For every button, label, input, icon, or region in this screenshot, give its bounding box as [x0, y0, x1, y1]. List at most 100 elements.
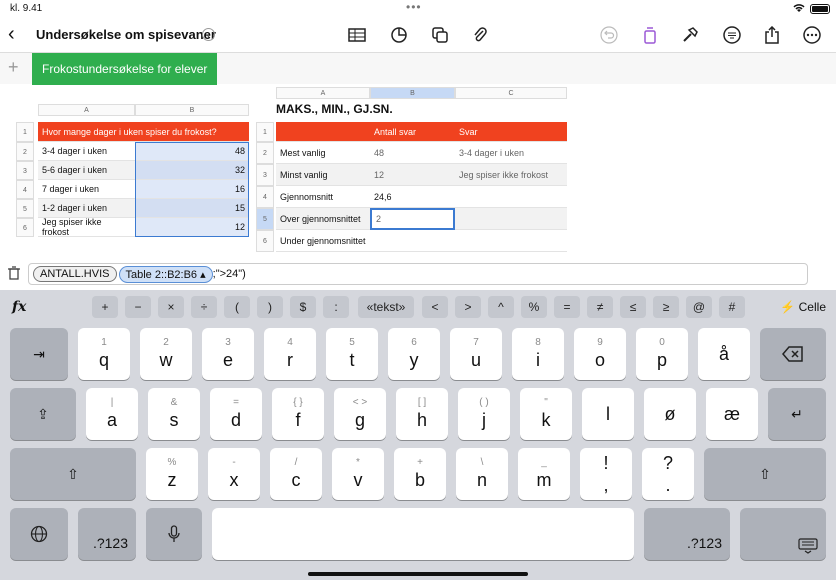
row-number[interactable]: 1 [256, 122, 274, 142]
trash-icon[interactable] [8, 266, 20, 283]
format-brush-icon[interactable] [640, 25, 660, 45]
globe-key[interactable] [10, 508, 68, 560]
key-z[interactable]: % z [146, 448, 198, 500]
column-header-a[interactable]: A [38, 104, 135, 116]
multitasking-dots[interactable]: ••• [406, 0, 422, 14]
key-a[interactable]: | a [86, 388, 138, 440]
table2-header-b[interactable]: Antall svar [370, 122, 455, 142]
key-t[interactable]: 5t [326, 328, 378, 380]
table2-cell-c[interactable] [455, 230, 567, 252]
table2-cell-b[interactable]: 24,6 [370, 186, 455, 208]
fx-key-greater-equal[interactable]: ≥ [653, 296, 679, 318]
table2-cell-b[interactable]: 12 [370, 164, 455, 186]
formula-input[interactable]: ANTALL.HVIS Table 2::B2:B6 ▴ ;">24") [28, 263, 808, 285]
key-v[interactable]: * v [332, 448, 384, 500]
table2-cell-a[interactable]: Mest vanlig [276, 142, 370, 164]
fx-key-caret[interactable]: ^ [488, 296, 514, 318]
row-number[interactable]: 1 [16, 122, 34, 142]
add-sheet-icon[interactable]: + [8, 57, 19, 78]
fx-key-not-equal[interactable]: ≠ [587, 296, 613, 318]
hide-keyboard-key[interactable] [740, 508, 826, 560]
fx-key-percent[interactable]: % [521, 296, 547, 318]
table1-cell-a[interactable]: 1-2 dager i uken [38, 199, 135, 218]
key-d[interactable]: = d [210, 388, 262, 440]
table1-cell-a[interactable]: 3-4 dager i uken [38, 142, 135, 161]
column-header-b[interactable]: B [135, 104, 249, 116]
fx-key-multiply[interactable]: × [158, 296, 184, 318]
document-title[interactable]: Undersøkelse om spisevaner [36, 27, 216, 42]
backspace-key[interactable] [760, 328, 826, 380]
tab-key[interactable]: ⇥ [10, 328, 68, 380]
key-p[interactable]: 0p [636, 328, 688, 380]
function-token[interactable]: ANTALL.HVIS [33, 266, 117, 282]
key-comma[interactable]: !, [580, 448, 632, 500]
fx-key-open-paren[interactable]: ( [224, 296, 250, 318]
home-indicator[interactable] [308, 572, 528, 576]
caps-lock-key[interactable]: ⇪ [10, 388, 76, 440]
table2-header-a[interactable] [276, 122, 370, 142]
shapes-icon[interactable] [430, 25, 450, 45]
key-o[interactable]: 9o [574, 328, 626, 380]
shift-right-key[interactable]: ⇧ [704, 448, 826, 500]
table-icon[interactable] [347, 25, 367, 45]
fx-key-minus[interactable]: − [125, 296, 151, 318]
hammer-icon[interactable] [680, 25, 700, 45]
fx-icon[interactable]: fx [12, 299, 26, 315]
row-number[interactable]: 6 [16, 218, 34, 237]
fx-key-less[interactable]: < [422, 296, 448, 318]
column-header-c[interactable]: C [455, 87, 567, 99]
key-g[interactable]: < > g [334, 388, 386, 440]
undo-icon[interactable] [599, 25, 619, 45]
key-oe[interactable]: ø [644, 388, 696, 440]
row-number[interactable]: 3 [16, 161, 34, 180]
sheet-tab[interactable]: Frokostundersøkelse for elever [32, 53, 218, 85]
table2-cell-b[interactable] [370, 230, 455, 252]
table2-cell-a[interactable]: Under gjennomsnittet [276, 230, 370, 252]
row-number[interactable]: 5 [256, 208, 274, 230]
key-b[interactable]: + b [394, 448, 446, 500]
fx-key-dollar[interactable]: $ [290, 296, 316, 318]
table2-cell-c[interactable] [455, 186, 567, 208]
key-h[interactable]: [ ] h [396, 388, 448, 440]
table2-cell-b[interactable]: 48 [370, 142, 455, 164]
key-s[interactable]: & s [148, 388, 200, 440]
key-l[interactable]: l [582, 388, 634, 440]
table2-cell-a[interactable]: Minst vanlig [276, 164, 370, 186]
column-header-a[interactable]: A [276, 87, 370, 99]
key-m[interactable]: _ m [518, 448, 570, 500]
table2-cell-c[interactable]: 3-4 dager i uken [455, 142, 567, 164]
key-u[interactable]: 7u [450, 328, 502, 380]
table2-header-c[interactable]: Svar [455, 122, 567, 142]
key-e[interactable]: 3e [202, 328, 254, 380]
key-i[interactable]: 8i [512, 328, 564, 380]
column-header-b[interactable]: B [370, 87, 455, 99]
more-icon[interactable] [802, 25, 822, 45]
table1-header-cell[interactable]: Hvor mange dager i uken spiser du frokos… [38, 122, 249, 142]
fx-key-at[interactable]: @ [686, 296, 712, 318]
table1-cell-a[interactable]: 5-6 dager i uken [38, 161, 135, 180]
fx-key-greater[interactable]: > [455, 296, 481, 318]
share-icon[interactable] [762, 25, 782, 45]
table-2-title[interactable]: MAKS., MIN., GJ.SN. [276, 102, 393, 116]
row-number[interactable]: 2 [16, 142, 34, 161]
collaboration-icon[interactable] [722, 25, 742, 45]
reference-token[interactable]: Table 2::B2:B6 ▴ [118, 265, 213, 283]
table2-cell-a[interactable]: Over gjennomsnittet [276, 208, 370, 230]
key-period[interactable]: ?. [642, 448, 694, 500]
fx-key-close-paren[interactable]: ) [257, 296, 283, 318]
key-aa[interactable]: å [698, 328, 750, 380]
numbers-key-right[interactable]: .?123 [644, 508, 730, 560]
back-chevron-icon[interactable]: ‹ [8, 23, 15, 46]
key-ae[interactable]: æ [706, 388, 758, 440]
shift-left-key[interactable]: ⇧ [10, 448, 136, 500]
key-w[interactable]: 2w [140, 328, 192, 380]
return-key[interactable]: ↵ [768, 388, 826, 440]
table2-cell-c[interactable]: Jeg spiser ikke frokost [455, 164, 567, 186]
table2-cell-a[interactable]: Gjennomsnitt [276, 186, 370, 208]
fx-key-colon[interactable]: : [323, 296, 349, 318]
row-number[interactable]: 4 [256, 186, 274, 208]
row-number[interactable]: 5 [16, 199, 34, 218]
fx-key-hash[interactable]: # [719, 296, 745, 318]
fx-key-equals[interactable]: = [554, 296, 580, 318]
row-number[interactable]: 2 [256, 142, 274, 164]
